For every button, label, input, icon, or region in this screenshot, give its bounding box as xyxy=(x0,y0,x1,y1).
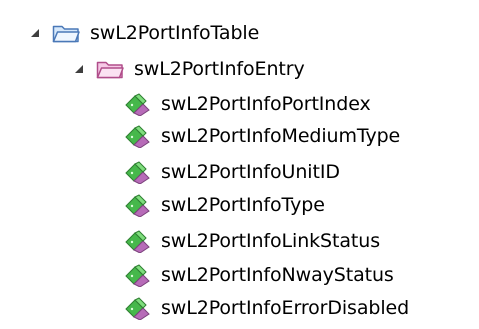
tree-leaf-swl2portinfonwaystatus[interactable]: swL2PortInfoNwayStatus xyxy=(123,260,394,290)
tree-leaf-label: swL2PortInfoPortIndex xyxy=(161,93,371,115)
tree-node-label: swL2PortInfoTable xyxy=(90,22,260,44)
open-folder-icon xyxy=(95,57,127,81)
open-folder-icon xyxy=(51,21,83,45)
column-object-icon xyxy=(123,160,151,184)
column-object-icon xyxy=(123,229,151,253)
mib-tree: swL2PortInfoTable swL2PortInfoEntry swL2… xyxy=(0,0,479,329)
collapse-arrow-icon[interactable] xyxy=(28,26,42,40)
tree-leaf-swl2portinfomediumtype[interactable]: swL2PortInfoMediumType xyxy=(123,121,400,151)
tree-leaf-swl2portinfoportindex[interactable]: swL2PortInfoPortIndex xyxy=(123,89,371,119)
tree-leaf-swl2portinfoerrordisabled[interactable]: swL2PortInfoErrorDisabled xyxy=(123,293,409,323)
tree-leaf-label: swL2PortInfoType xyxy=(161,194,325,216)
tree-leaf-swl2portinfotype[interactable]: swL2PortInfoType xyxy=(123,190,325,220)
tree-leaf-label: swL2PortInfoNwayStatus xyxy=(161,264,394,286)
tree-node-swl2portinfotable[interactable]: swL2PortInfoTable xyxy=(28,18,259,48)
column-object-icon xyxy=(123,92,151,116)
column-object-icon xyxy=(123,296,151,320)
tree-leaf-label: swL2PortInfoErrorDisabled xyxy=(161,297,410,319)
tree-node-label: swL2PortInfoEntry xyxy=(134,58,305,80)
tree-leaf-label: swL2PortInfoLinkStatus xyxy=(161,230,380,252)
tree-leaf-swl2portinfounitid[interactable]: swL2PortInfoUnitID xyxy=(123,157,340,187)
tree-node-swl2portinfoentry[interactable]: swL2PortInfoEntry xyxy=(72,54,305,84)
tree-leaf-label: swL2PortInfoMediumType xyxy=(161,125,401,147)
column-object-icon xyxy=(123,193,151,217)
collapse-arrow-icon[interactable] xyxy=(72,62,86,76)
tree-leaf-swl2portinfolinkstatus[interactable]: swL2PortInfoLinkStatus xyxy=(123,226,380,256)
tree-leaf-label: swL2PortInfoUnitID xyxy=(161,161,340,183)
column-object-icon xyxy=(123,263,151,287)
column-object-icon xyxy=(123,124,151,148)
